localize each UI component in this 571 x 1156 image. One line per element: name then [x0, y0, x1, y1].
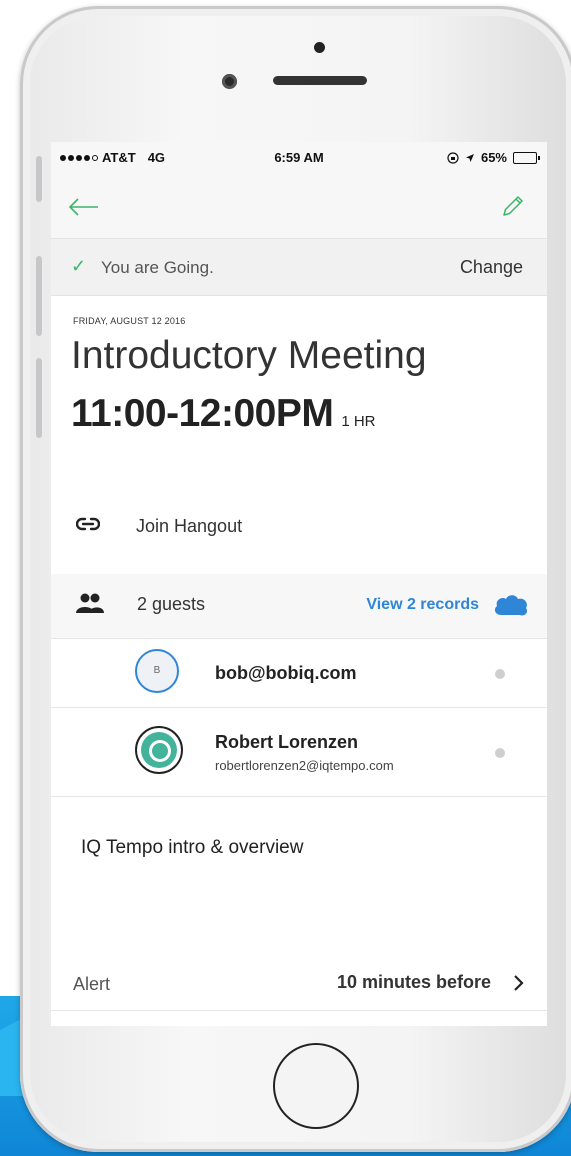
- location-arrow-icon: [465, 153, 474, 162]
- rsvp-status-bar: ✓ You are Going. Change: [51, 238, 547, 296]
- edit-pencil-icon[interactable]: [501, 194, 525, 218]
- event-description: IQ Tempo intro & overview: [81, 837, 304, 858]
- avatar: [135, 726, 183, 774]
- checkmark-icon: ✓: [71, 256, 87, 276]
- salesforce-cloud-icon[interactable]: [493, 591, 529, 617]
- alert-label: Alert: [73, 974, 111, 994]
- alert-value: 10 minutes before: [336, 972, 491, 992]
- chevron-right-icon: [514, 975, 524, 991]
- event-duration: 1 HR: [341, 413, 376, 430]
- join-hangout-label: Join Hangout: [136, 516, 243, 536]
- guest-row[interactable]: Robert Lorenzen robertlorenzen2@iqtempo.…: [51, 708, 547, 797]
- earpiece-speaker: [273, 76, 367, 85]
- guest-name: Robert Lorenzen: [215, 732, 359, 752]
- guest-email: robertlorenzen2@iqtempo.com: [215, 758, 394, 773]
- guest-row[interactable]: B bob@bobiq.com: [51, 639, 547, 708]
- change-rsvp-button[interactable]: Change: [460, 257, 523, 278]
- guest-email: bob@bobiq.com: [215, 663, 357, 683]
- avatar: B: [135, 649, 179, 693]
- back-arrow-icon[interactable]: [69, 198, 99, 216]
- event-time-range: 11:00-12:00PM: [71, 392, 334, 435]
- response-status-dot: [495, 748, 505, 758]
- view-records-link[interactable]: View 2 records: [366, 596, 479, 614]
- front-camera: [222, 74, 237, 89]
- volume-up-button: [36, 256, 42, 336]
- battery-icon: [513, 151, 540, 164]
- system-indicators: 65%: [447, 150, 540, 165]
- guests-header-row: 2 guests View 2 records: [51, 574, 547, 639]
- event-title: Introductory Meeting: [71, 334, 427, 377]
- join-hangout-row[interactable]: Join Hangout: [51, 502, 547, 552]
- response-status-dot: [495, 669, 505, 679]
- battery-percent: 65%: [480, 150, 507, 165]
- event-date: FRIDAY, AUGUST 12 2016: [73, 316, 186, 326]
- people-icon: [76, 593, 104, 613]
- volume-down-button: [36, 358, 42, 438]
- rotation-lock-icon: [447, 151, 459, 164]
- alert-row[interactable]: Alert 10 minutes before: [51, 960, 547, 1011]
- home-button[interactable]: [273, 1043, 359, 1129]
- status-bar: AT&T 4G 6:59 AM 65%: [51, 142, 547, 174]
- guests-count: 2 guests: [137, 594, 206, 614]
- event-time-row: 11:00-12:00PM 1 HR: [71, 392, 376, 436]
- proximity-sensor: [314, 42, 325, 53]
- app-screen: AT&T 4G 6:59 AM 65% ✓ You are Going. Cha…: [51, 142, 547, 1026]
- rsvp-status-text: You are Going.: [101, 258, 214, 277]
- link-icon: [76, 517, 100, 531]
- navigation-bar: [51, 174, 547, 238]
- mute-switch: [36, 156, 42, 202]
